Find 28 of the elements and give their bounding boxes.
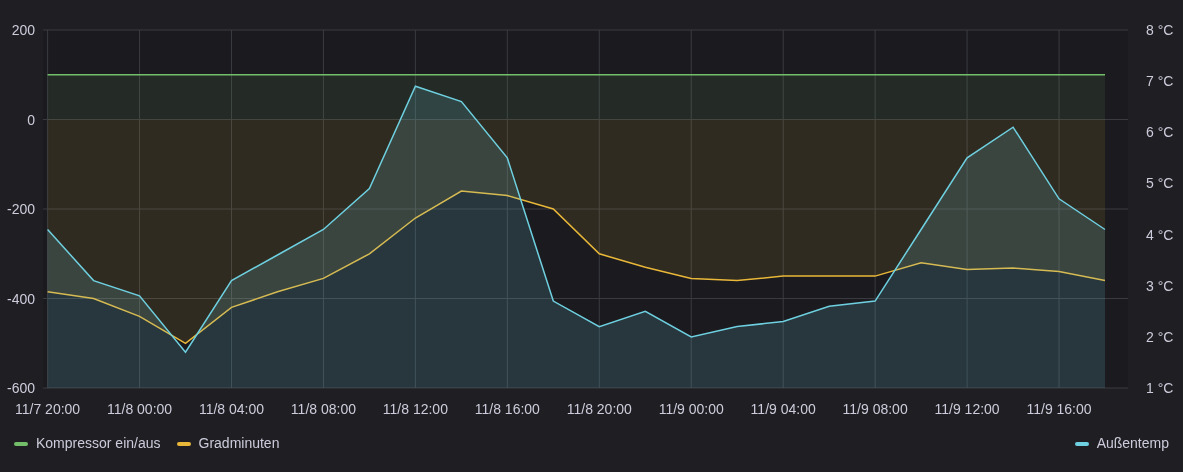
y-axis-label: 6 °C [1146, 124, 1174, 141]
y-axis-label: -600 [6, 380, 35, 396]
legend-label[interactable]: Kompressor ein/aus [36, 433, 161, 454]
x-axis-label: 11/9 08:00 [842, 401, 908, 417]
y-axis-label: 7 °C [1146, 73, 1174, 90]
legend-label[interactable]: Gradminuten [198, 433, 280, 454]
y-axis-label: 0 [27, 111, 35, 128]
y-axis-label: 8 °C [1146, 22, 1174, 38]
x-axis-label: 11/9 12:00 [934, 401, 1000, 417]
x-axis-label: 11/7 20:00 [15, 401, 81, 417]
x-axis-label: 11/8 12:00 [382, 401, 448, 417]
legend-label[interactable]: Außentemp [1096, 433, 1169, 454]
x-axis-label: 11/8 04:00 [198, 401, 265, 417]
y-axis-label: -200 [6, 201, 35, 217]
y-axis-label: 3 °C [1146, 277, 1174, 294]
x-axis-label: 11/9 00:00 [658, 401, 724, 417]
y-axis-label: -400 [6, 290, 35, 307]
y-axis-label: 1 °C [1146, 380, 1174, 396]
y-axis-label: 2 °C [1146, 328, 1174, 345]
x-axis-label: 11/9 16:00 [1026, 401, 1092, 417]
x-axis-label: 11/9 04:00 [750, 401, 816, 417]
y-axis-label: 4 °C [1146, 226, 1174, 243]
x-axis-label: 11/8 08:00 [290, 401, 356, 417]
y-axis-label: 200 [11, 22, 35, 38]
y-axis-label: 5 °C [1146, 175, 1174, 192]
x-axis-label: 11/8 00:00 [107, 401, 173, 417]
x-axis-label: 11/8 20:00 [566, 401, 632, 417]
x-axis-label: 11/8 16:00 [474, 401, 540, 417]
